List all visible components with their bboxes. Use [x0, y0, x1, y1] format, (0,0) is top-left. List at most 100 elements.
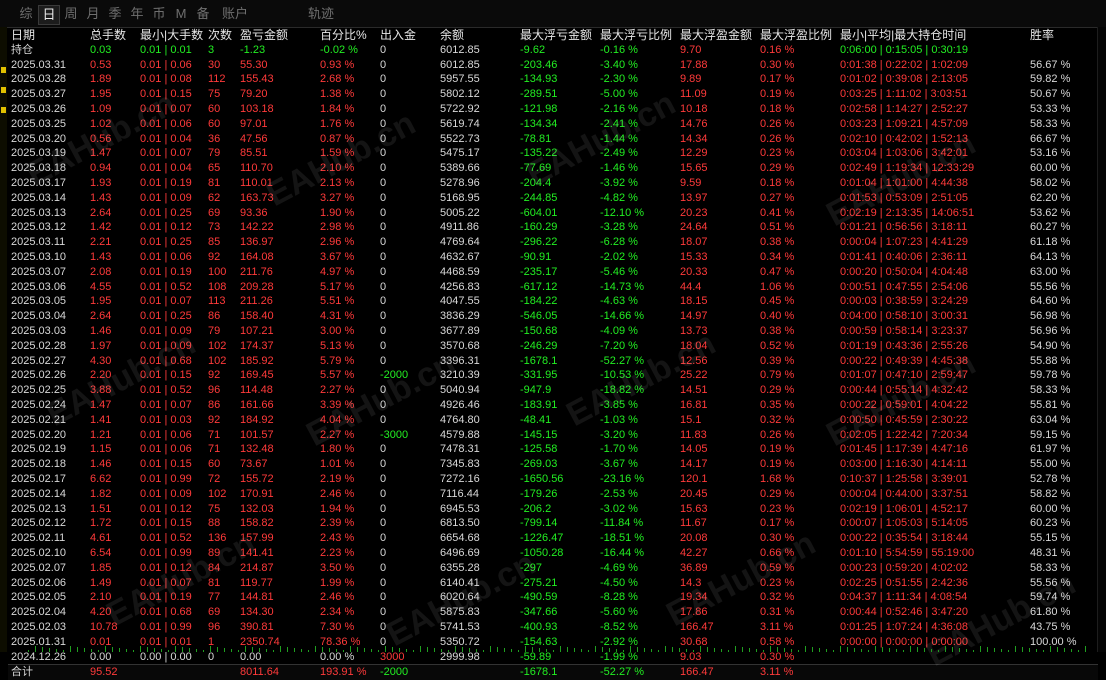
table-header[interactable]: 日期 总手数 最小|大手数 次数 盈亏金额 百分比% 出入金 余额 最大浮亏金额 最大浮亏比例 最大…	[8, 28, 1098, 43]
table-row[interactable]: 2025.02.21 1.41 0.01 | 0.03 92 184.92 4.04 % 0…	[8, 413, 1098, 428]
table-row[interactable]: 2025.02.14 1.82 0.01 | 0.09 102 170.91 2.46 %…	[8, 487, 1098, 502]
cell-win-rate: 54.90 %	[1030, 339, 1071, 352]
cell-balance: 4579.88	[440, 428, 480, 441]
cell-deposit-withdrawal: 0	[380, 88, 387, 101]
tab-m[interactable]: M	[173, 5, 189, 23]
cell-total-lots: 1.21	[90, 428, 112, 441]
table-row[interactable]: 2025.02.10 6.54 0.01 | 0.99 89 141.41 2.23 % 0…	[8, 546, 1098, 561]
volume-bar	[1029, 648, 1030, 652]
cell-deposit-withdrawal: 0	[380, 576, 387, 589]
tab-week[interactable]: 周	[61, 5, 81, 23]
cell-trade-count: 次数	[208, 28, 233, 42]
table-row[interactable]: 2025.03.03 1.46 0.01 | 0.09 79 107.21 3.00 % 0…	[8, 324, 1098, 339]
table-row[interactable]: 2025.02.06 1.49 0.01 | 0.07 81 119.77 1.99 % 0…	[8, 576, 1098, 591]
cell-holding-time: 0:03:00 | 1:16:30 | 4:14:11	[840, 458, 968, 471]
table-row[interactable]: 2025.02.20 1.21 0.01 | 0.06 71 101.57 2.27 % -…	[8, 428, 1098, 443]
cell-win-rate: 59.82 %	[1030, 73, 1071, 86]
table-row[interactable]: 2025.02.03 10.78 0.01 | 0.99 96 390.81 7.30 %…	[8, 620, 1098, 635]
tab-backup[interactable]: 备	[193, 5, 213, 23]
cell-total-lots: 0.53	[90, 58, 112, 71]
cell-percent: 1.80 %	[320, 443, 355, 456]
table-row[interactable]: 2025.02.11 4.61 0.01 | 0.52 136 157.99 2.43 %…	[8, 531, 1098, 546]
table-row[interactable]: 2025.03.13 2.64 0.01 | 0.25 69 93.36 1.90 % 0 5…	[8, 206, 1098, 221]
table-row[interactable]: 2025.02.19 1.15 0.01 | 0.06 71 132.48 1.80 % 0…	[8, 442, 1098, 457]
volume-bar	[637, 647, 638, 652]
cell-max-float-loss: -78.81	[520, 132, 552, 145]
cell-deposit-withdrawal: 0	[380, 310, 387, 323]
volume-bar	[49, 648, 50, 652]
table-row[interactable]: 2025.03.27 1.95 0.01 | 0.15 75 79.20 1.38 % 0 5…	[8, 87, 1098, 102]
table-row[interactable]: 2025.02.27 4.30 0.01 | 0.68 102 185.92 5.79 %…	[8, 354, 1098, 369]
holding-row[interactable]: 持仓 0.03 0.01 | 0.01 3 -1.23 -0.02 % 0 6012.85 -9…	[8, 43, 1098, 58]
cell-percent: 4.31 %	[320, 310, 355, 323]
cell-win-rate: 50.67 %	[1030, 88, 1071, 101]
cell-max-float-loss-ratio: -16.44 %	[600, 547, 645, 559]
tab-account[interactable]: 账户	[216, 5, 254, 23]
table-row[interactable]: 2025.02.04 4.20 0.01 | 0.68 69 134.30 2.34 % 0…	[8, 605, 1098, 620]
cell-date: 2025.02.21	[11, 413, 67, 426]
cell-deposit-withdrawal: 0	[380, 265, 387, 278]
cell-max-float-loss: -275.21	[520, 576, 558, 589]
table-row[interactable]: 2025.02.24 1.47 0.01 | 0.07 86 161.66 3.39 % 0…	[8, 398, 1098, 413]
table-row[interactable]: 2025.03.05 1.95 0.01 | 0.07 113 211.26 5.51 %…	[8, 294, 1098, 309]
tab-trajectory[interactable]: 轨迹	[304, 5, 338, 23]
cell-profit-amount: 211.76	[240, 265, 273, 278]
cell-max-float-profit-ratio: 0.31 %	[760, 606, 795, 619]
total-row[interactable]: 合计 95.52 8011.64 193.91 % -2000 -1678.1 -52.27…	[8, 664, 1098, 680]
table-row[interactable]: 2025.02.05 2.10 0.01 | 0.19 77 144.81 2.46 % 0…	[8, 590, 1098, 605]
cell-total-lots: 1.49	[90, 576, 112, 589]
tab-currency[interactable]: 币	[149, 5, 169, 23]
cell-profit-amount: 164.08	[240, 251, 274, 263]
table-row[interactable]: 2025.03.20 0.56 0.01 | 0.04 36 47.56 0.87 % 0 5…	[8, 132, 1098, 147]
table-row[interactable]: 2025.03.18 0.94 0.01 | 0.04 65 110.70 2.10 % 0…	[8, 161, 1098, 176]
table-row[interactable]: 2025.02.13 1.51 0.01 | 0.12 75 132.03 1.94 % 0…	[8, 502, 1098, 517]
cell-max-float-loss-ratio: -1.44 %	[600, 132, 638, 145]
cell-min-max-lots: 0.01 | 0.19	[140, 177, 192, 189]
table-row[interactable]: 2025.03.25 1.02 0.01 | 0.06 60 97.01 1.76 % 0 5…	[8, 117, 1098, 132]
cell-date: 2025.03.04	[11, 310, 67, 323]
table-row[interactable]: 2025.02.07 1.85 0.01 | 0.12 84 214.87 3.50 % 0…	[8, 561, 1098, 576]
cell-max-float-loss: -90.91	[520, 251, 552, 263]
right-scrollbar[interactable]	[1097, 27, 1106, 652]
cell-win-rate: 64.60 %	[1030, 295, 1071, 308]
table-row[interactable]: 2025.03.28 1.89 0.01 | 0.08 112 155.43 2.68 %…	[8, 72, 1098, 87]
table-row[interactable]: 2025.03.07 2.08 0.01 | 0.19 100 211.76 4.97 %…	[8, 265, 1098, 280]
cell-min-max-lots: 0.01 | 0.07	[140, 295, 192, 308]
table-row[interactable]: 2025.02.17 6.62 0.01 | 0.99 72 155.72 2.19 % 0…	[8, 472, 1098, 487]
volume-bar	[882, 647, 883, 652]
table-row[interactable]: 2025.03.19 1.47 0.01 | 0.07 79 85.51 1.59 % 0 5…	[8, 146, 1098, 161]
table-row[interactable]: 2025.03.31 0.53 0.01 | 0.06 30 55.30 0.93 % 0 6…	[8, 58, 1098, 73]
table-row[interactable]: 2025.03.06 4.55 0.01 | 0.52 108 209.28 5.17 %…	[8, 280, 1098, 295]
cell-date: 2025.02.26	[11, 369, 67, 382]
table-row[interactable]: 2025.02.25 3.88 0.01 | 0.52 96 114.48 2.27 % 0…	[8, 383, 1098, 398]
cell-balance: 3396.31	[440, 354, 480, 367]
table-row[interactable]: 2025.03.26 1.09 0.01 | 0.07 60 103.18 1.84 % 0…	[8, 102, 1098, 117]
table-row[interactable]: 2025.03.10 1.43 0.01 | 0.06 92 164.08 3.67 % 0…	[8, 250, 1098, 265]
cell-max-float-profit-ratio: 0.29 %	[760, 487, 795, 500]
table-row[interactable]: 2025.02.12 1.72 0.01 | 0.15 88 158.82 2.39 % 0…	[8, 516, 1098, 531]
cell-balance: 4468.59	[440, 265, 480, 278]
tab-year[interactable]: 年	[127, 5, 147, 23]
table-row[interactable]: 2025.02.28 1.97 0.01 | 0.09 102 174.37 5.13 %…	[8, 339, 1098, 354]
tab-summary[interactable]: 综	[16, 5, 36, 23]
volume-bar	[469, 648, 470, 652]
table-row[interactable]: 2025.03.12 1.42 0.01 | 0.12 73 142.22 2.98 % 0…	[8, 220, 1098, 235]
cell-max-float-loss-ratio: -8.28 %	[600, 591, 638, 604]
volume-bar	[462, 647, 463, 652]
table-row[interactable]: 2025.03.11 2.21 0.01 | 0.25 85 136.97 2.96 % 0…	[8, 235, 1098, 250]
table-row[interactable]: 2025.03.17 1.93 0.01 | 0.19 81 110.01 2.13 % 0…	[8, 176, 1098, 191]
cell-deposit-withdrawal: 0	[380, 547, 387, 559]
table-row[interactable]: 2025.03.14 1.43 0.01 | 0.09 62 163.73 3.27 % 0…	[8, 191, 1098, 206]
table-row[interactable]: 2025.02.26 2.20 0.01 | 0.15 92 169.45 5.57 % -…	[8, 368, 1098, 383]
cell-profit-amount: 214.87	[240, 561, 274, 574]
table-row[interactable]: 2025.02.18 1.46 0.01 | 0.15 60 73.67 1.01 % 0 7…	[8, 457, 1098, 472]
volume-bar	[182, 647, 183, 652]
cell-trade-count: 102	[208, 354, 227, 367]
cell-balance: 6355.28	[440, 561, 480, 574]
cell-min-max-lots: 0.01 | 0.06	[140, 251, 192, 263]
cell-trade-count: 81	[208, 177, 221, 189]
tab-day[interactable]: 日	[38, 5, 60, 25]
table-row[interactable]: 2025.03.04 2.64 0.01 | 0.25 86 158.40 4.31 % 0…	[8, 309, 1098, 324]
tab-quarter[interactable]: 季	[105, 5, 125, 23]
tab-month[interactable]: 月	[83, 5, 103, 23]
